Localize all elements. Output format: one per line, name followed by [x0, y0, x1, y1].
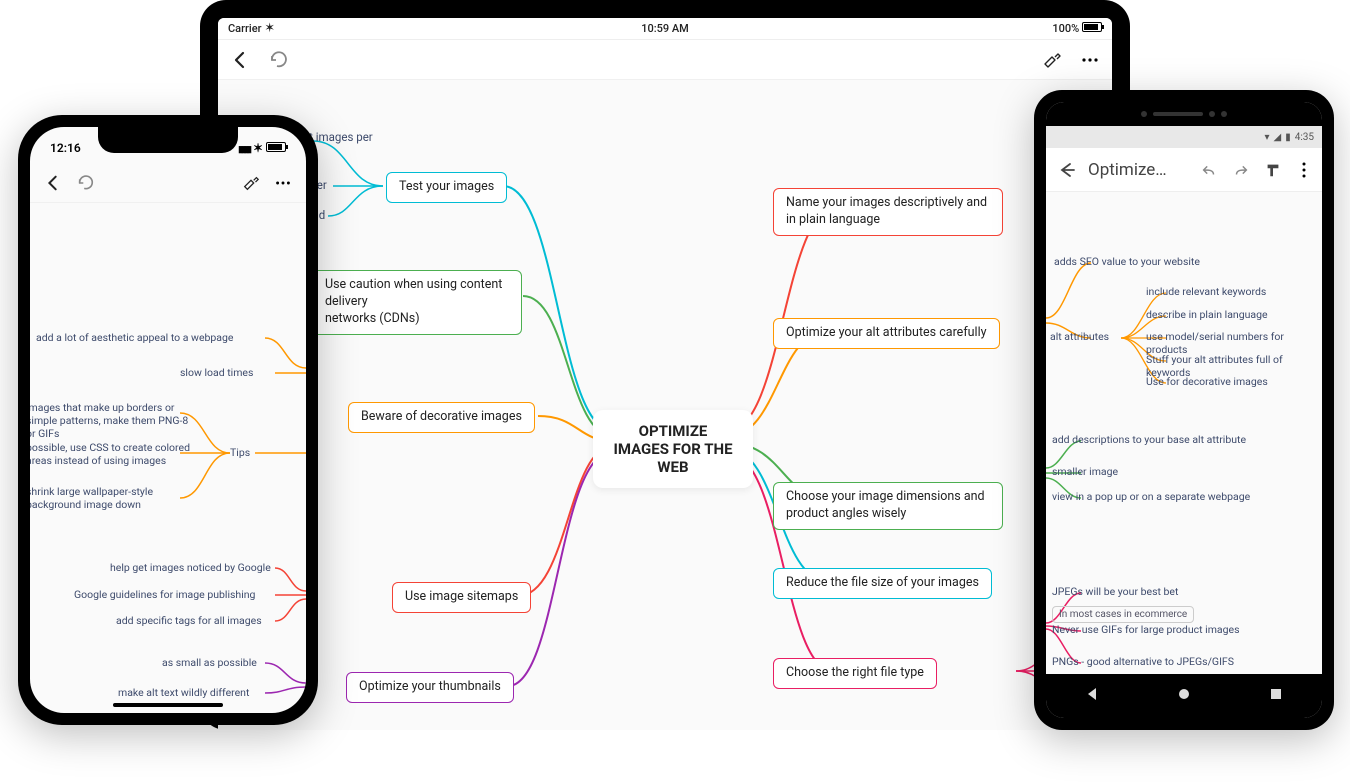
tablet-toolbar: [218, 40, 1112, 80]
wifi-icon: ▾: [1264, 132, 1269, 143]
more-icon[interactable]: [274, 174, 292, 192]
style-icon[interactable]: [1042, 50, 1062, 70]
back-icon[interactable]: [230, 50, 250, 70]
more-vert-icon[interactable]: [1296, 161, 1312, 179]
android-title: Optimize…: [1088, 160, 1188, 180]
tablet-canvas[interactable]: OPTIMIZE IMAGES FOR THE WEB Test your im…: [218, 80, 1112, 730]
leaf-th-1: as small as possible: [162, 656, 257, 669]
android-nav-bar: [1046, 674, 1322, 718]
iphone-device: 12:16 ✶: [18, 115, 318, 725]
nav-recent-icon[interactable]: [1268, 686, 1284, 706]
android-toolbar: Optimize…: [1046, 148, 1322, 192]
tablet-screen: Carrier ✶ 10:59 AM 100%: [218, 18, 1112, 730]
android-status-bar: ▾ ◢ ▮ 4:35: [1046, 126, 1322, 148]
leaf-f1: JPEGs will be your best bet: [1052, 585, 1178, 598]
android-screen: ▾ ◢ ▮ 4:35 Optimize…: [1046, 102, 1322, 718]
leaf-d1: add descriptions to your base alt attrib…: [1052, 433, 1246, 446]
iphone-time: 12:16: [50, 141, 81, 155]
undo-icon[interactable]: [1200, 161, 1218, 179]
leaf-d2: smaller image: [1052, 465, 1118, 478]
node-dimensions[interactable]: Choose your image dimensions and product…: [773, 482, 1003, 530]
node-alt[interactable]: Optimize your alt attributes carefully: [773, 318, 1000, 349]
android-top-hardware: [1046, 102, 1322, 126]
undo-icon[interactable]: [76, 174, 96, 192]
leaf-tip-1: images that make up borders or simple pa…: [30, 401, 191, 440]
node-filetype[interactable]: Choose the right file type: [773, 658, 937, 689]
node-filesize[interactable]: Reduce the file size of your images: [773, 568, 992, 599]
leaf-f1-pill: In most cases in ecommerce: [1052, 602, 1194, 623]
leaf-a2: describe in plain language: [1146, 308, 1268, 321]
battery-icon: ▮: [1285, 132, 1291, 143]
node-thumbnails[interactable]: Optimize your thumbnails: [346, 672, 514, 703]
leaf-alt-seo: adds SEO value to your website: [1054, 255, 1200, 268]
carrier-label: Carrier ✶: [228, 21, 275, 36]
leaf-dec-2: slow load times: [180, 366, 253, 379]
leaf-sm-2: Google guidelines for image publishing: [74, 588, 255, 601]
android-canvas[interactable]: adds SEO value to your website alt attri…: [1046, 192, 1322, 674]
tablet-device: Carrier ✶ 10:59 AM 100%: [200, 0, 1130, 730]
node-cdn[interactable]: Use caution when using content delivery …: [312, 270, 522, 335]
tablet-status-bar: Carrier ✶ 10:59 AM 100%: [218, 18, 1112, 40]
leaf-attr-label: alt attributes: [1050, 330, 1109, 343]
android-device: ▾ ◢ ▮ 4:35 Optimize…: [1034, 90, 1334, 730]
format-icon[interactable]: [1264, 161, 1282, 179]
node-test-images[interactable]: Test your images: [386, 172, 507, 203]
leaf-a1: include relevant keywords: [1146, 285, 1266, 298]
style-icon[interactable]: [242, 174, 260, 192]
nav-back-icon[interactable]: [1084, 686, 1100, 706]
iphone-canvas[interactable]: add a lot of aesthetic appeal to a webpa…: [30, 203, 306, 713]
back-icon[interactable]: [1056, 160, 1076, 180]
signal-icon: ◢: [1273, 132, 1281, 143]
android-time: 4:35: [1295, 132, 1314, 143]
node-decorative[interactable]: Beware of decorative images: [348, 402, 535, 433]
iphone-notch: [98, 127, 238, 153]
status-time: 10:59 AM: [641, 22, 689, 35]
iphone-screen: 12:16 ✶: [30, 127, 306, 713]
leaf-a5: Use for decorative images: [1146, 375, 1268, 388]
redo-icon[interactable]: [1232, 161, 1250, 179]
iphone-toolbar: [30, 163, 306, 203]
leaf-th-2: make alt text wildly different: [118, 686, 249, 699]
leaf-d3: view in a pop up or on a separate webpag…: [1052, 490, 1250, 503]
leaf-sm-1: help get images noticed by Google: [110, 561, 271, 574]
leaf-f2: Never use GIFs for large product images: [1052, 623, 1240, 636]
iphone-status-icons: ✶: [238, 141, 286, 155]
nav-home-icon[interactable]: [1176, 686, 1192, 706]
leaf-tip-2: possible, use CSS to create colored area…: [30, 441, 191, 467]
more-icon[interactable]: [1080, 50, 1100, 70]
root-node[interactable]: OPTIMIZE IMAGES FOR THE WEB: [593, 410, 753, 488]
node-naming[interactable]: Name your images descriptively and in pl…: [773, 188, 1003, 236]
back-icon[interactable]: [44, 174, 62, 192]
leaf-f3: PNGs - good alternative to JPEGs/GIFS: [1052, 655, 1234, 668]
leaf-dec-1: add a lot of aesthetic appeal to a webpa…: [36, 331, 233, 344]
node-sitemaps[interactable]: Use image sitemaps: [392, 582, 531, 613]
undo-icon[interactable]: [268, 50, 290, 70]
leaf-tip-3: shrink large wallpaper-style background …: [30, 485, 201, 511]
status-battery: 100%: [1052, 22, 1102, 35]
leaf-tips-label: Tips: [230, 446, 250, 459]
iphone-home-indicator: [113, 703, 223, 707]
leaf-sm-3: add specific tags for all images: [116, 614, 262, 627]
